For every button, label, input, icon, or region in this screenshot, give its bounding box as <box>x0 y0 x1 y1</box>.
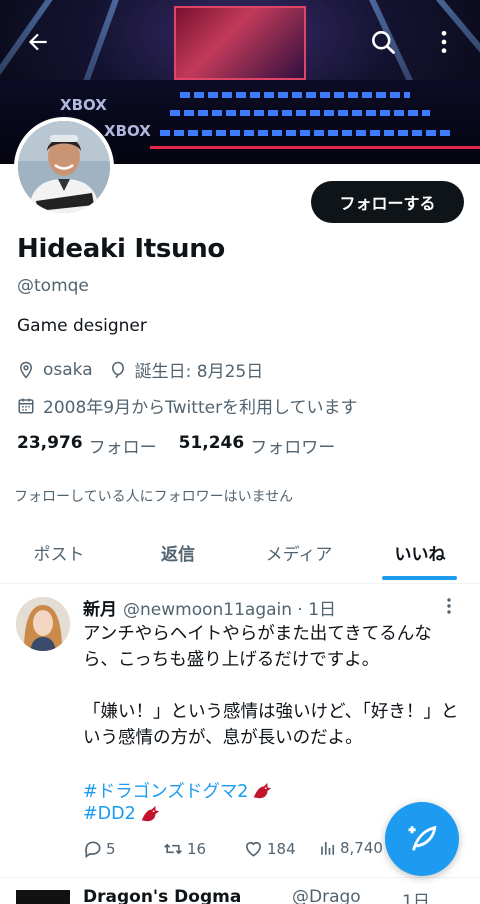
arrow-left-icon <box>28 33 47 51</box>
profile-tabs: ポスト 返信 メディア いいね <box>0 520 480 584</box>
calendar-icon <box>18 398 34 413</box>
like-count: 184 <box>267 840 296 858</box>
repost-icon <box>164 843 182 855</box>
profile-joined: 2008年9月からTwitterを利用しています <box>43 398 358 418</box>
post-card[interactable]: Dragon's Dogma @Drago 1日 <box>0 877 480 904</box>
following-link[interactable]: 23,976 フォロー <box>17 433 157 458</box>
post-author-avatar[interactable] <box>16 890 70 904</box>
location-pin-icon <box>19 361 33 379</box>
banner-seat-lights <box>160 130 450 136</box>
views-button[interactable]: 8,740 <box>319 839 383 857</box>
compose-post-button[interactable] <box>385 802 459 876</box>
tab-replies[interactable]: 返信 <box>118 520 238 584</box>
post-handle[interactable]: @Drago <box>292 887 361 904</box>
active-tab-indicator <box>382 576 457 580</box>
banner-seat-lights <box>170 110 430 116</box>
followers-link[interactable]: 51,246 フォロワー <box>179 433 336 458</box>
profile-photo <box>18 121 110 213</box>
profile-meta-row: osaka 誕生日: 8月25日 <box>17 357 263 382</box>
post-more-button[interactable] <box>446 597 452 619</box>
profile-bio: Game designer <box>17 316 147 336</box>
search-button[interactable] <box>363 22 403 62</box>
post-author-avatar[interactable] <box>16 597 70 651</box>
tab-likes[interactable]: いいね <box>360 520 480 584</box>
follow-button[interactable]: フォローする <box>311 181 464 223</box>
search-icon <box>372 31 395 54</box>
reply-count: 5 <box>106 840 116 858</box>
hashtag-link[interactable]: #ドラゴンズドグマ2 <box>83 778 273 803</box>
hashtag-text: #ドラゴンズドグマ2 <box>83 782 249 802</box>
tab-media[interactable]: メディア <box>238 520 360 584</box>
post-author-name[interactable]: 新月 <box>83 595 117 620</box>
repost-count: 16 <box>187 840 207 858</box>
post-handle-time[interactable]: @newmoon11again · 1日 <box>123 595 336 620</box>
banner-stage-screen <box>174 6 306 80</box>
post-text: アンチやらヘイトやらがまた出てきてるんなら、こっちも盛り上げるだけですよ。 「嫌… <box>83 624 459 748</box>
reply-icon <box>85 841 101 859</box>
back-button[interactable] <box>18 22 58 62</box>
post-author-name[interactable]: Dragon's Dogma <box>83 887 241 904</box>
author-photo <box>16 597 70 651</box>
followers-label: フォロワー <box>250 438 336 458</box>
profile-avatar[interactable] <box>14 117 114 217</box>
banner-xbox-text: XBOX <box>60 96 107 114</box>
dragon-emoji-icon <box>254 782 272 798</box>
more-vertical-icon <box>441 30 447 54</box>
followers-count: 51,246 <box>178 433 245 453</box>
hashtag-link[interactable]: #DD2 <box>83 804 161 824</box>
no-mutual-followers-text: フォローしている人にフォロワーはいません <box>14 489 294 505</box>
profile-joined-row: 2008年9月からTwitterを利用しています <box>17 393 358 418</box>
view-count: 8,740 <box>340 839 383 857</box>
tab-posts[interactable]: ポスト <box>0 520 118 584</box>
profile-handle: @tomqe <box>17 276 89 296</box>
balloon-icon <box>111 361 124 378</box>
profile-location: osaka <box>43 359 93 380</box>
following-count: 23,976 <box>17 433 83 453</box>
post-time: 1日 <box>402 892 430 904</box>
profile-birthday: 誕生日: 8月25日 <box>134 362 264 382</box>
analytics-icon <box>321 842 335 855</box>
repost-button[interactable]: 16 <box>162 839 206 859</box>
post-header: 新月 @newmoon11again · 1日 <box>83 595 336 620</box>
more-vertical-icon <box>447 598 451 614</box>
heart-icon <box>245 841 262 857</box>
dragon-emoji-icon <box>141 805 159 822</box>
hashtag-text: #DD2 <box>83 804 136 824</box>
profile-name: Hideaki Itsuno <box>17 234 225 264</box>
follow-counts: 23,976 フォロー 51,246 フォロワー <box>17 433 335 458</box>
compose-feather-icon <box>408 825 437 851</box>
following-label: フォロー <box>88 438 157 458</box>
more-options-button[interactable] <box>424 22 464 62</box>
banner-seat-lights <box>180 92 410 98</box>
reply-button[interactable]: 5 <box>83 839 116 859</box>
like-button[interactable]: 184 <box>243 839 296 859</box>
banner-xbox-text: XBOX <box>104 122 151 140</box>
banner-red-light <box>150 146 480 149</box>
